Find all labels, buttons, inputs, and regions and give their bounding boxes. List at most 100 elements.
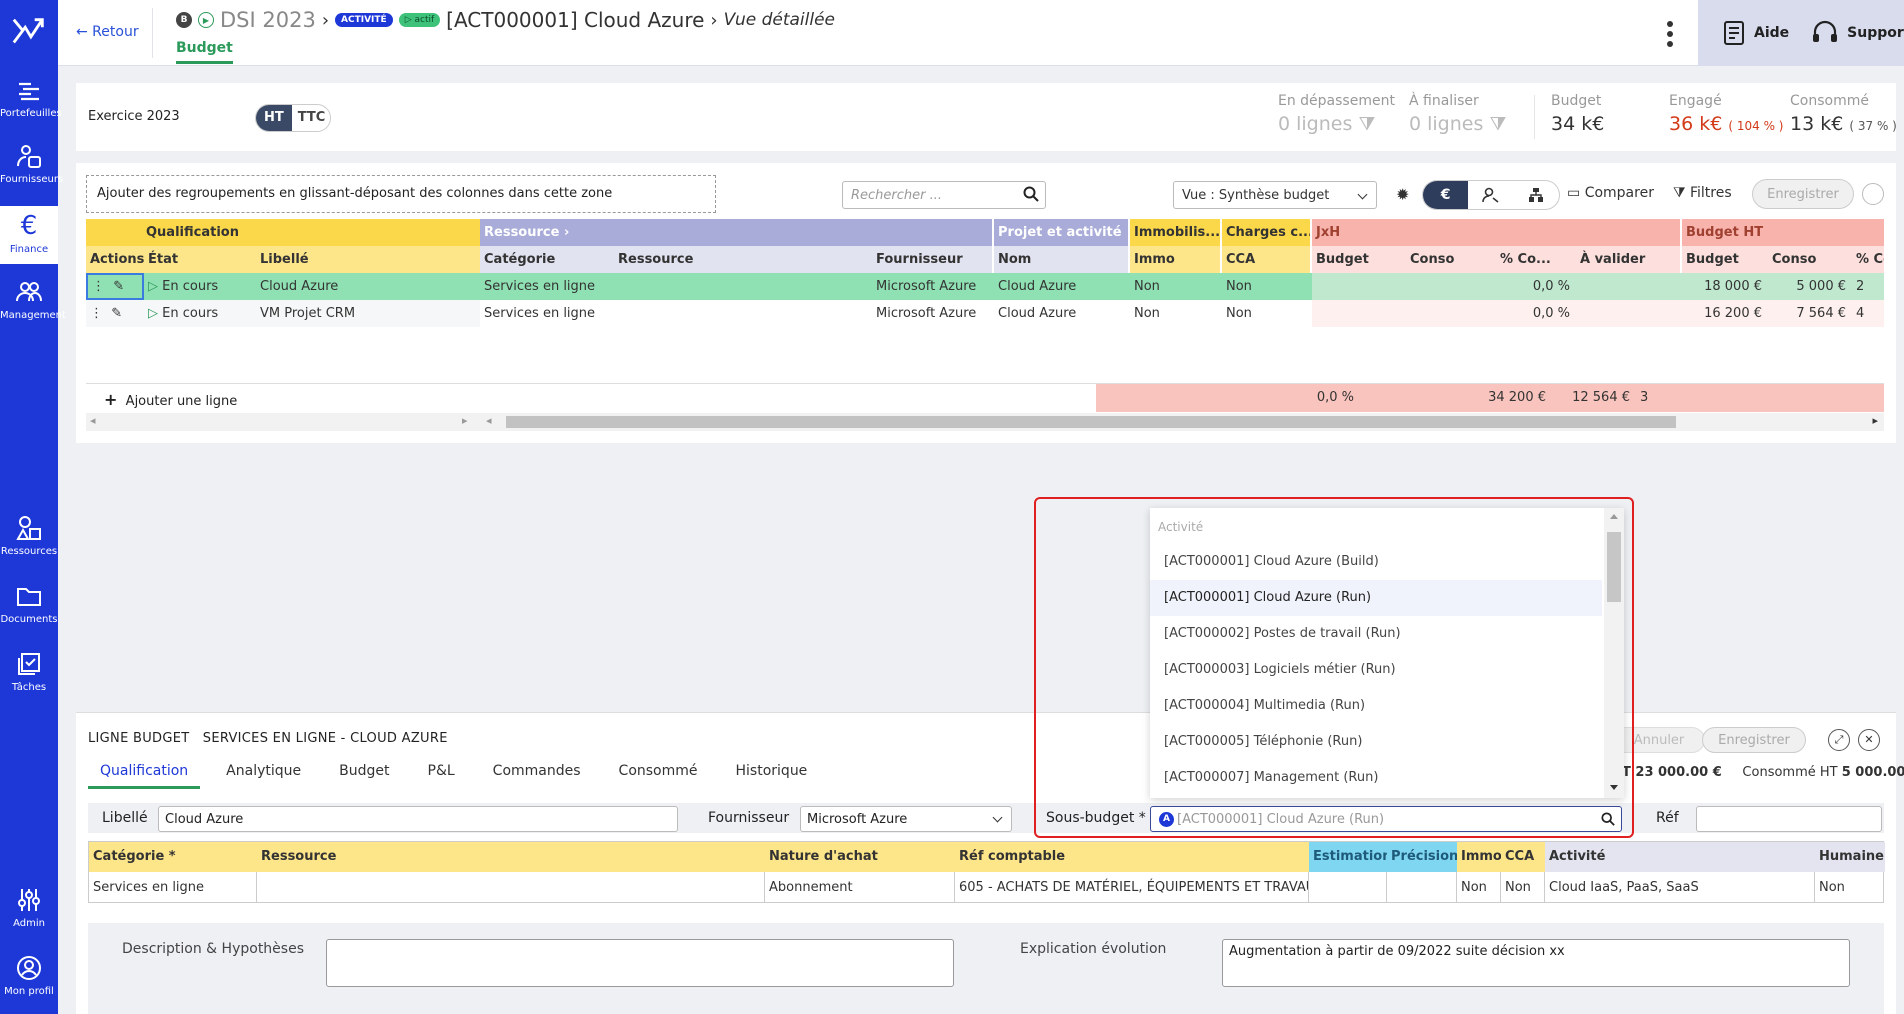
- row-menu-icon[interactable]: ⋮: [90, 306, 103, 321]
- table-cell[interactable]: [257, 872, 765, 902]
- scrollbar-thumb[interactable]: [1607, 532, 1621, 602]
- table-cell[interactable]: Services en ligne: [480, 273, 614, 300]
- col-pct-conso-ht[interactable]: % Co...: [1852, 246, 1884, 273]
- table-cell[interactable]: [1387, 872, 1457, 902]
- col-precision[interactable]: Précision: [1387, 842, 1457, 872]
- gear-icon[interactable]: ✹: [1396, 185, 1409, 204]
- col-immo[interactable]: Immo: [1130, 246, 1220, 273]
- scrollbar-thumb[interactable]: [506, 416, 1676, 428]
- stat-depassement[interactable]: En dépassement 0 lignes ⧩: [1278, 93, 1395, 135]
- col-a-valider[interactable]: À valider: [1576, 246, 1680, 273]
- table-cell[interactable]: 18 000 €: [1682, 273, 1768, 300]
- col-conso[interactable]: Conso: [1406, 246, 1496, 273]
- table-cell[interactable]: Microsoft Azure: [872, 273, 994, 300]
- tab-consomme[interactable]: Consommé: [607, 755, 710, 789]
- app-logo-icon[interactable]: [10, 14, 48, 52]
- table-cell[interactable]: 5 000 €: [1768, 273, 1852, 300]
- dropdown-option[interactable]: [ACT000001] Cloud Azure (Run): [1150, 580, 1602, 616]
- table-cell[interactable]: [1309, 872, 1387, 902]
- table-cell[interactable]: Cloud Azure: [994, 300, 1130, 327]
- tab-budget[interactable]: Budget: [176, 40, 233, 64]
- col-budget[interactable]: Budget: [1312, 246, 1406, 273]
- table-cell[interactable]: Cloud Azure: [256, 273, 480, 300]
- search-icon[interactable]: [1023, 186, 1039, 202]
- table-cell[interactable]: 2: [1852, 273, 1884, 300]
- display-mode-switch[interactable]: €: [1422, 180, 1560, 210]
- table-cell[interactable]: Non: [1130, 300, 1222, 327]
- dropdown-option[interactable]: [ACT000005] Téléphonie (Run): [1150, 724, 1602, 760]
- close-icon[interactable]: ✕: [1858, 729, 1880, 751]
- table-cell[interactable]: Non: [1501, 872, 1545, 902]
- euro-mode-button[interactable]: €: [1423, 181, 1469, 209]
- sidebar-item-fournisseurs[interactable]: Fournisseurs: [0, 142, 63, 185]
- group-jxh[interactable]: JxH: [1312, 219, 1680, 246]
- ref-input[interactable]: [1696, 806, 1882, 832]
- row-actions[interactable]: ⋮ ✎: [86, 300, 144, 327]
- col-nature-achat[interactable]: Nature d'achat: [765, 842, 955, 872]
- col-ref-comptable[interactable]: Réf comptable: [955, 842, 1309, 872]
- group-qualification[interactable]: Qualification: [86, 219, 480, 246]
- col-activite[interactable]: Activité: [1545, 842, 1815, 872]
- dropdown-option[interactable]: [ACT000007] Management (Run): [1150, 760, 1602, 796]
- col-cca[interactable]: CCA: [1222, 246, 1310, 273]
- tab-pl[interactable]: P&L: [416, 755, 467, 789]
- tab-analytique[interactable]: Analytique: [214, 755, 313, 789]
- table-cell[interactable]: 0,0 %: [1496, 273, 1576, 300]
- stat-finaliser[interactable]: À finaliser 0 lignes ⧩: [1409, 93, 1506, 135]
- edit-pencil-icon[interactable]: ✎: [113, 279, 124, 294]
- scroll-down-icon[interactable]: [1610, 785, 1618, 790]
- expand-icon[interactable]: ⤢: [1828, 729, 1850, 751]
- group-charges[interactable]: Charges c...: [1222, 219, 1310, 246]
- sidebar-item-ressources[interactable]: Ressources: [0, 514, 58, 557]
- sidebar-item-taches[interactable]: Tâches: [0, 650, 58, 693]
- table-cell[interactable]: Non: [1222, 300, 1312, 327]
- row-menu-icon[interactable]: ⋮: [92, 279, 105, 294]
- tab-historique[interactable]: Historique: [724, 755, 820, 789]
- table-cell[interactable]: Microsoft Azure: [872, 300, 994, 327]
- support-button[interactable]: Support: [1811, 20, 1904, 46]
- table-cell[interactable]: [1576, 300, 1682, 327]
- more-menu-icon[interactable]: [1658, 18, 1682, 50]
- table-cell[interactable]: 7 564 €: [1768, 300, 1852, 327]
- ttc-option[interactable]: TTC: [292, 105, 330, 131]
- table-cell[interactable]: Non: [1222, 273, 1312, 300]
- description-textarea[interactable]: [326, 939, 954, 987]
- add-line-button[interactable]: + Ajouter une ligne: [104, 390, 237, 409]
- dropdown-option[interactable]: [ACT000001] Cloud Azure (Build): [1150, 544, 1602, 580]
- sidebar-item-admin[interactable]: Admin: [0, 886, 58, 929]
- table-cell[interactable]: Cloud IaaS, PaaS, SaaS: [1545, 872, 1815, 902]
- view-select[interactable]: Vue : Synthèse budget: [1173, 181, 1377, 209]
- group-immo[interactable]: Immobilis...: [1130, 219, 1220, 246]
- col-estimation[interactable]: Estimation: [1309, 842, 1387, 872]
- col-categorie[interactable]: Catégorie: [480, 246, 614, 273]
- edit-pencil-icon[interactable]: ✎: [111, 306, 122, 321]
- dropdown-scrollbar[interactable]: [1604, 508, 1624, 798]
- org-mode-button[interactable]: [1514, 181, 1559, 209]
- scroll-left-icon[interactable]: ◂: [90, 414, 96, 427]
- scroll-right-icon[interactable]: ▸: [462, 414, 468, 427]
- table-cell[interactable]: [1576, 273, 1682, 300]
- save-button[interactable]: Enregistrer: [1752, 179, 1854, 209]
- group-ressource[interactable]: Ressource ›: [480, 219, 992, 246]
- col-cca[interactable]: CCA: [1501, 842, 1545, 872]
- table-cell[interactable]: ▷ En cours: [144, 300, 256, 327]
- col-libelle[interactable]: Libellé: [256, 246, 480, 273]
- group-projet[interactable]: Projet et activité: [994, 219, 1128, 246]
- dropdown-option[interactable]: [ACT000002] Postes de travail (Run): [1150, 616, 1602, 652]
- row-actions[interactable]: ⋮ ✎: [86, 273, 144, 300]
- table-cell[interactable]: Services en ligne: [480, 300, 614, 327]
- col-immo[interactable]: Immo: [1457, 842, 1501, 872]
- table-cell[interactable]: ▷ En cours: [144, 273, 256, 300]
- filter-icon[interactable]: ⧩: [1489, 113, 1506, 135]
- col-ressource[interactable]: Ressource: [614, 246, 872, 273]
- save-button[interactable]: Enregistrer: [1702, 727, 1806, 753]
- dropdown-option[interactable]: [ACT000003] Logiciels métier (Run): [1150, 652, 1602, 688]
- scroll-left-icon[interactable]: ◂: [486, 414, 492, 427]
- breadcrumb-project[interactable]: DSI 2023: [220, 8, 316, 32]
- table-cell[interactable]: Non: [1130, 273, 1222, 300]
- table-cell[interactable]: [1312, 300, 1496, 327]
- table-cell[interactable]: 0,0 %: [1496, 300, 1576, 327]
- table-cell[interactable]: Non: [1815, 872, 1885, 902]
- col-pct-conso[interactable]: % Co...: [1496, 246, 1576, 273]
- tab-budget[interactable]: Budget: [327, 755, 401, 789]
